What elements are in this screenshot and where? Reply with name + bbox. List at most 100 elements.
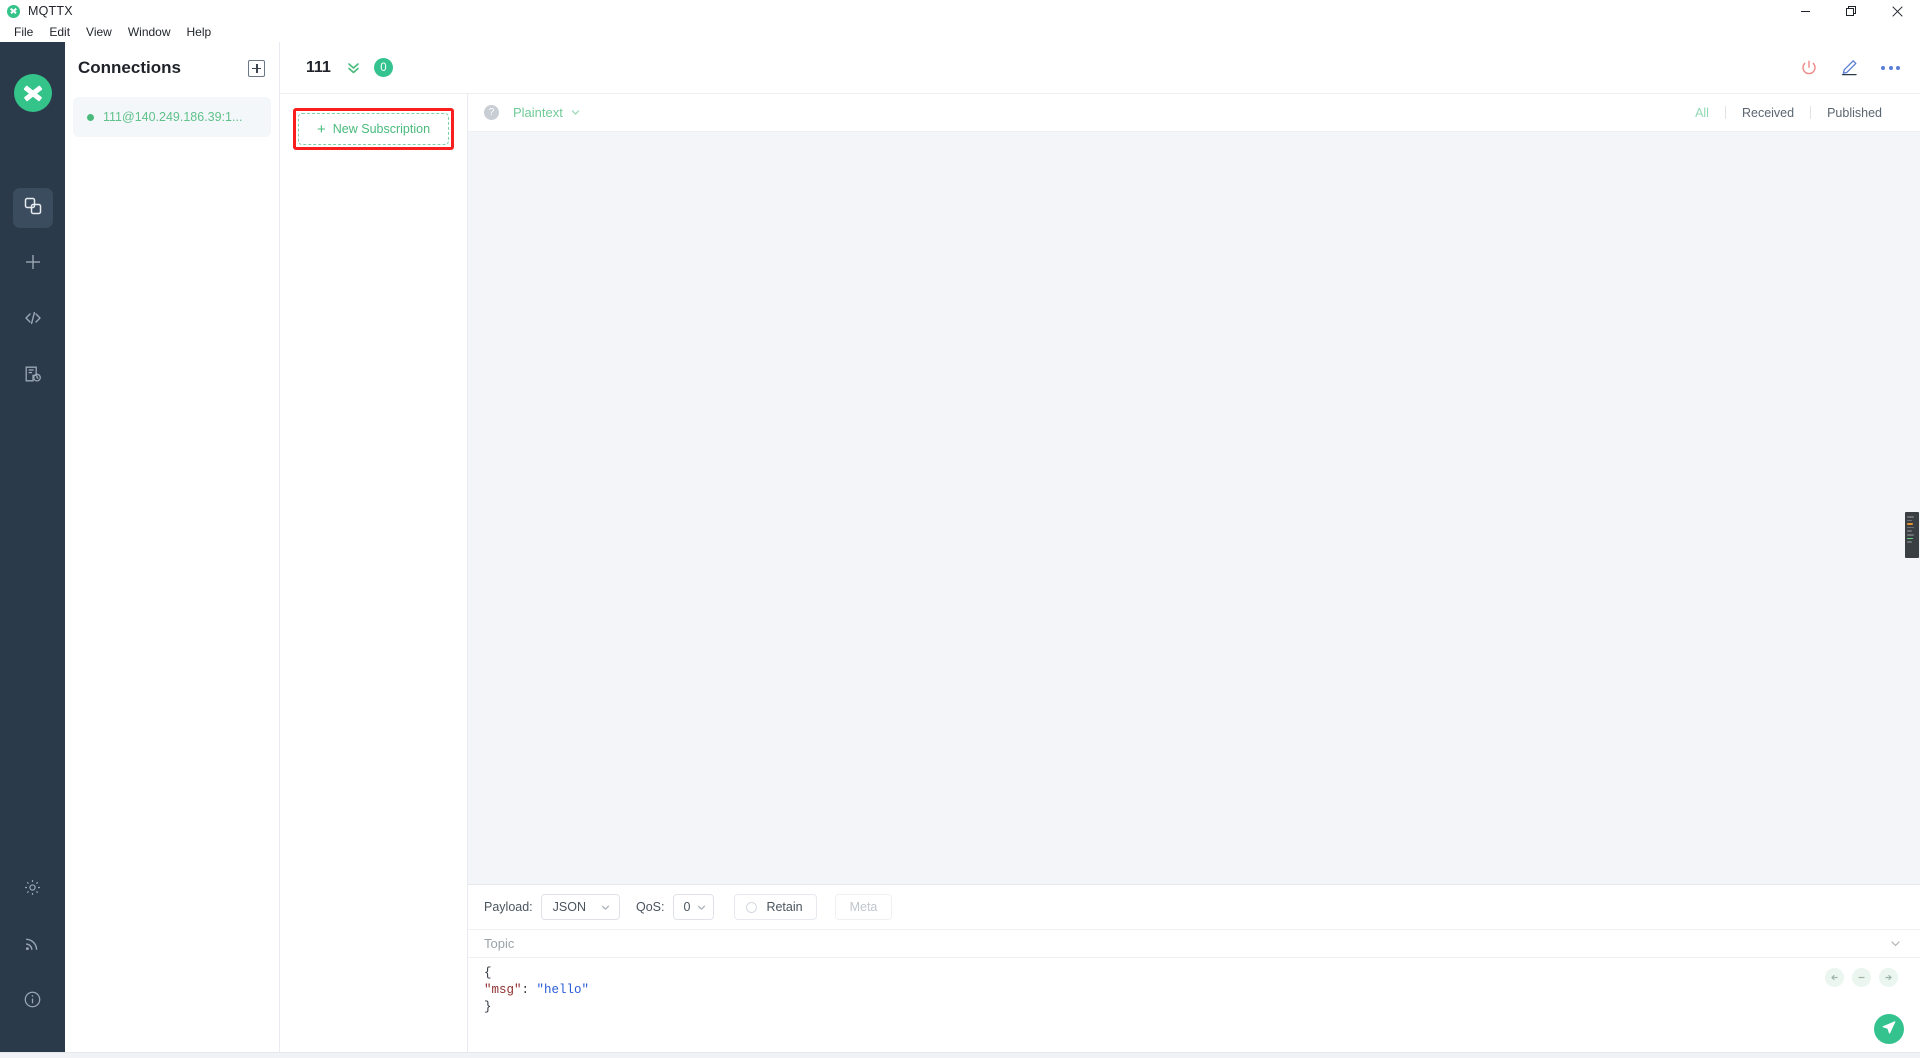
- left-rail: [0, 42, 65, 1052]
- payload-type-select[interactable]: JSON: [540, 894, 620, 920]
- payload-editor[interactable]: { "msg": "hello" }: [468, 957, 1920, 1052]
- app-title: MQTTX: [28, 4, 73, 18]
- broadcast-icon: [23, 934, 42, 958]
- json-key: "msg": [484, 983, 522, 997]
- connection-name: 111@140.249.186.39:1...: [103, 110, 243, 124]
- chevron-down-icon[interactable]: [1889, 937, 1902, 950]
- log-icon: [23, 364, 43, 389]
- payload-type-value: JSON: [552, 900, 586, 914]
- chevron-down-icon: [696, 902, 707, 913]
- maximize-icon[interactable]: [1828, 0, 1874, 22]
- status-badge: [87, 113, 94, 121]
- plus-square-icon[interactable]: [248, 59, 265, 77]
- rail-item-broadcast[interactable]: [13, 926, 53, 966]
- about-icon: [23, 990, 42, 1014]
- topic-input[interactable]: [484, 936, 1889, 951]
- main-column: 111 0 + New Subscription ? Plaintext All…: [280, 42, 1920, 1052]
- minimap-scrollbar[interactable]: [1905, 512, 1919, 558]
- subscriptions-panel: + New Subscription: [280, 94, 468, 1052]
- title-bar: MQTTX: [0, 0, 1920, 22]
- filter-received[interactable]: Received: [1726, 106, 1810, 120]
- rail-item-about[interactable]: [13, 982, 53, 1022]
- connections-icon: [23, 196, 43, 221]
- minimap-line: [1907, 519, 1913, 522]
- settings-icon: [23, 878, 42, 902]
- disconnect-icon[interactable]: [1800, 59, 1818, 77]
- edit-icon[interactable]: [1840, 58, 1859, 77]
- connections-header: Connections: [65, 42, 279, 94]
- highlight-rectangle: + New Subscription: [293, 108, 454, 150]
- next-icon[interactable]: [1879, 968, 1898, 987]
- connections-list: 111@140.249.186.39:1...: [65, 94, 279, 137]
- payload-format-selector[interactable]: Plaintext: [513, 105, 581, 120]
- connection-header: 111 0: [280, 42, 1920, 94]
- minimap-line: [1907, 516, 1914, 518]
- menu-item-window[interactable]: Window: [120, 23, 179, 41]
- connection-title: 111: [306, 58, 331, 76]
- code-icon: [23, 308, 43, 333]
- message-column: ? Plaintext All Received Published Paylo…: [468, 94, 1920, 1052]
- menu-item-help[interactable]: Help: [179, 23, 220, 41]
- rail-item-connections[interactable]: [12, 188, 53, 228]
- payload-format-label: Plaintext: [513, 105, 563, 120]
- radio-icon: [746, 901, 758, 913]
- editor-controls: [1825, 968, 1898, 987]
- topic-row: [468, 929, 1920, 957]
- rail-item-scripts[interactable]: [13, 300, 53, 340]
- json-value: "hello": [536, 983, 590, 997]
- prev-icon[interactable]: [1825, 968, 1844, 987]
- editor-line: "msg": "hello": [484, 982, 1920, 999]
- message-count-badge: 0: [373, 58, 393, 77]
- filter-all[interactable]: All: [1679, 106, 1725, 120]
- new-subscription-button[interactable]: + New Subscription: [298, 113, 449, 145]
- retain-checkbox[interactable]: Retain: [734, 894, 817, 920]
- menu-item-file[interactable]: File: [6, 23, 41, 41]
- status-bar: [0, 1052, 1920, 1058]
- message-toolbar: ? Plaintext All Received Published: [468, 94, 1920, 132]
- menu-item-view[interactable]: View: [78, 23, 120, 41]
- double-chevron-down-icon[interactable]: [345, 59, 362, 76]
- send-button[interactable]: [1874, 1014, 1904, 1044]
- plus-icon: +: [316, 120, 326, 138]
- page-title: Connections: [78, 58, 181, 77]
- window-controls: [1782, 0, 1920, 22]
- qos-select[interactable]: 0: [672, 894, 715, 920]
- chevron-down-icon: [600, 902, 611, 913]
- menu-item-edit[interactable]: Edit: [41, 23, 78, 41]
- mqttx-logo-icon: [7, 4, 20, 18]
- editor-line: {: [484, 966, 492, 980]
- minimize-icon[interactable]: [1782, 0, 1828, 22]
- new-subscription-label: New Subscription: [332, 122, 431, 136]
- minimap-line: [1907, 523, 1914, 525]
- retain-label: Retain: [766, 900, 803, 914]
- filter-published[interactable]: Published: [1811, 106, 1898, 120]
- collapse-icon[interactable]: [1852, 968, 1871, 987]
- minimap-line: [1907, 530, 1913, 532]
- message-list: [468, 132, 1920, 884]
- publish-area: Payload: JSON QoS: 0 Retain Meta Topic {…: [468, 884, 1920, 1052]
- payload-label: Payload:: [484, 900, 533, 914]
- minimap-line: [1907, 533, 1914, 536]
- rail-item-settings[interactable]: [13, 870, 53, 910]
- header-actions: [1800, 58, 1900, 77]
- meta-button[interactable]: Meta: [834, 894, 893, 920]
- rail-item-log[interactable]: [13, 356, 53, 396]
- more-icon[interactable]: [1881, 65, 1900, 70]
- menu-bar: File Edit View Window Help: [0, 22, 1920, 42]
- message-filters: All Received Published: [1679, 106, 1898, 120]
- close-icon[interactable]: [1874, 0, 1920, 22]
- connections-panel: Connections 111@140.249.186.39:1...: [65, 42, 280, 1052]
- rail-item-new-connection[interactable]: [13, 244, 53, 284]
- chevron-down-icon: [570, 107, 581, 118]
- send-icon: [1881, 1019, 1897, 1040]
- mqttx-logo-icon: [13, 74, 52, 112]
- list-item[interactable]: 111@140.249.186.39:1...: [73, 97, 271, 137]
- json-colon: :: [521, 983, 537, 997]
- qos-label: QoS:: [636, 900, 665, 914]
- minimap-line: [1907, 537, 1914, 540]
- question-circle-icon: ?: [484, 105, 499, 120]
- qos-value: 0: [683, 900, 691, 914]
- publish-options: Payload: JSON QoS: 0 Retain Meta: [468, 885, 1920, 929]
- minimap-line: [1907, 541, 1913, 543]
- minimap-line: [1907, 526, 1914, 529]
